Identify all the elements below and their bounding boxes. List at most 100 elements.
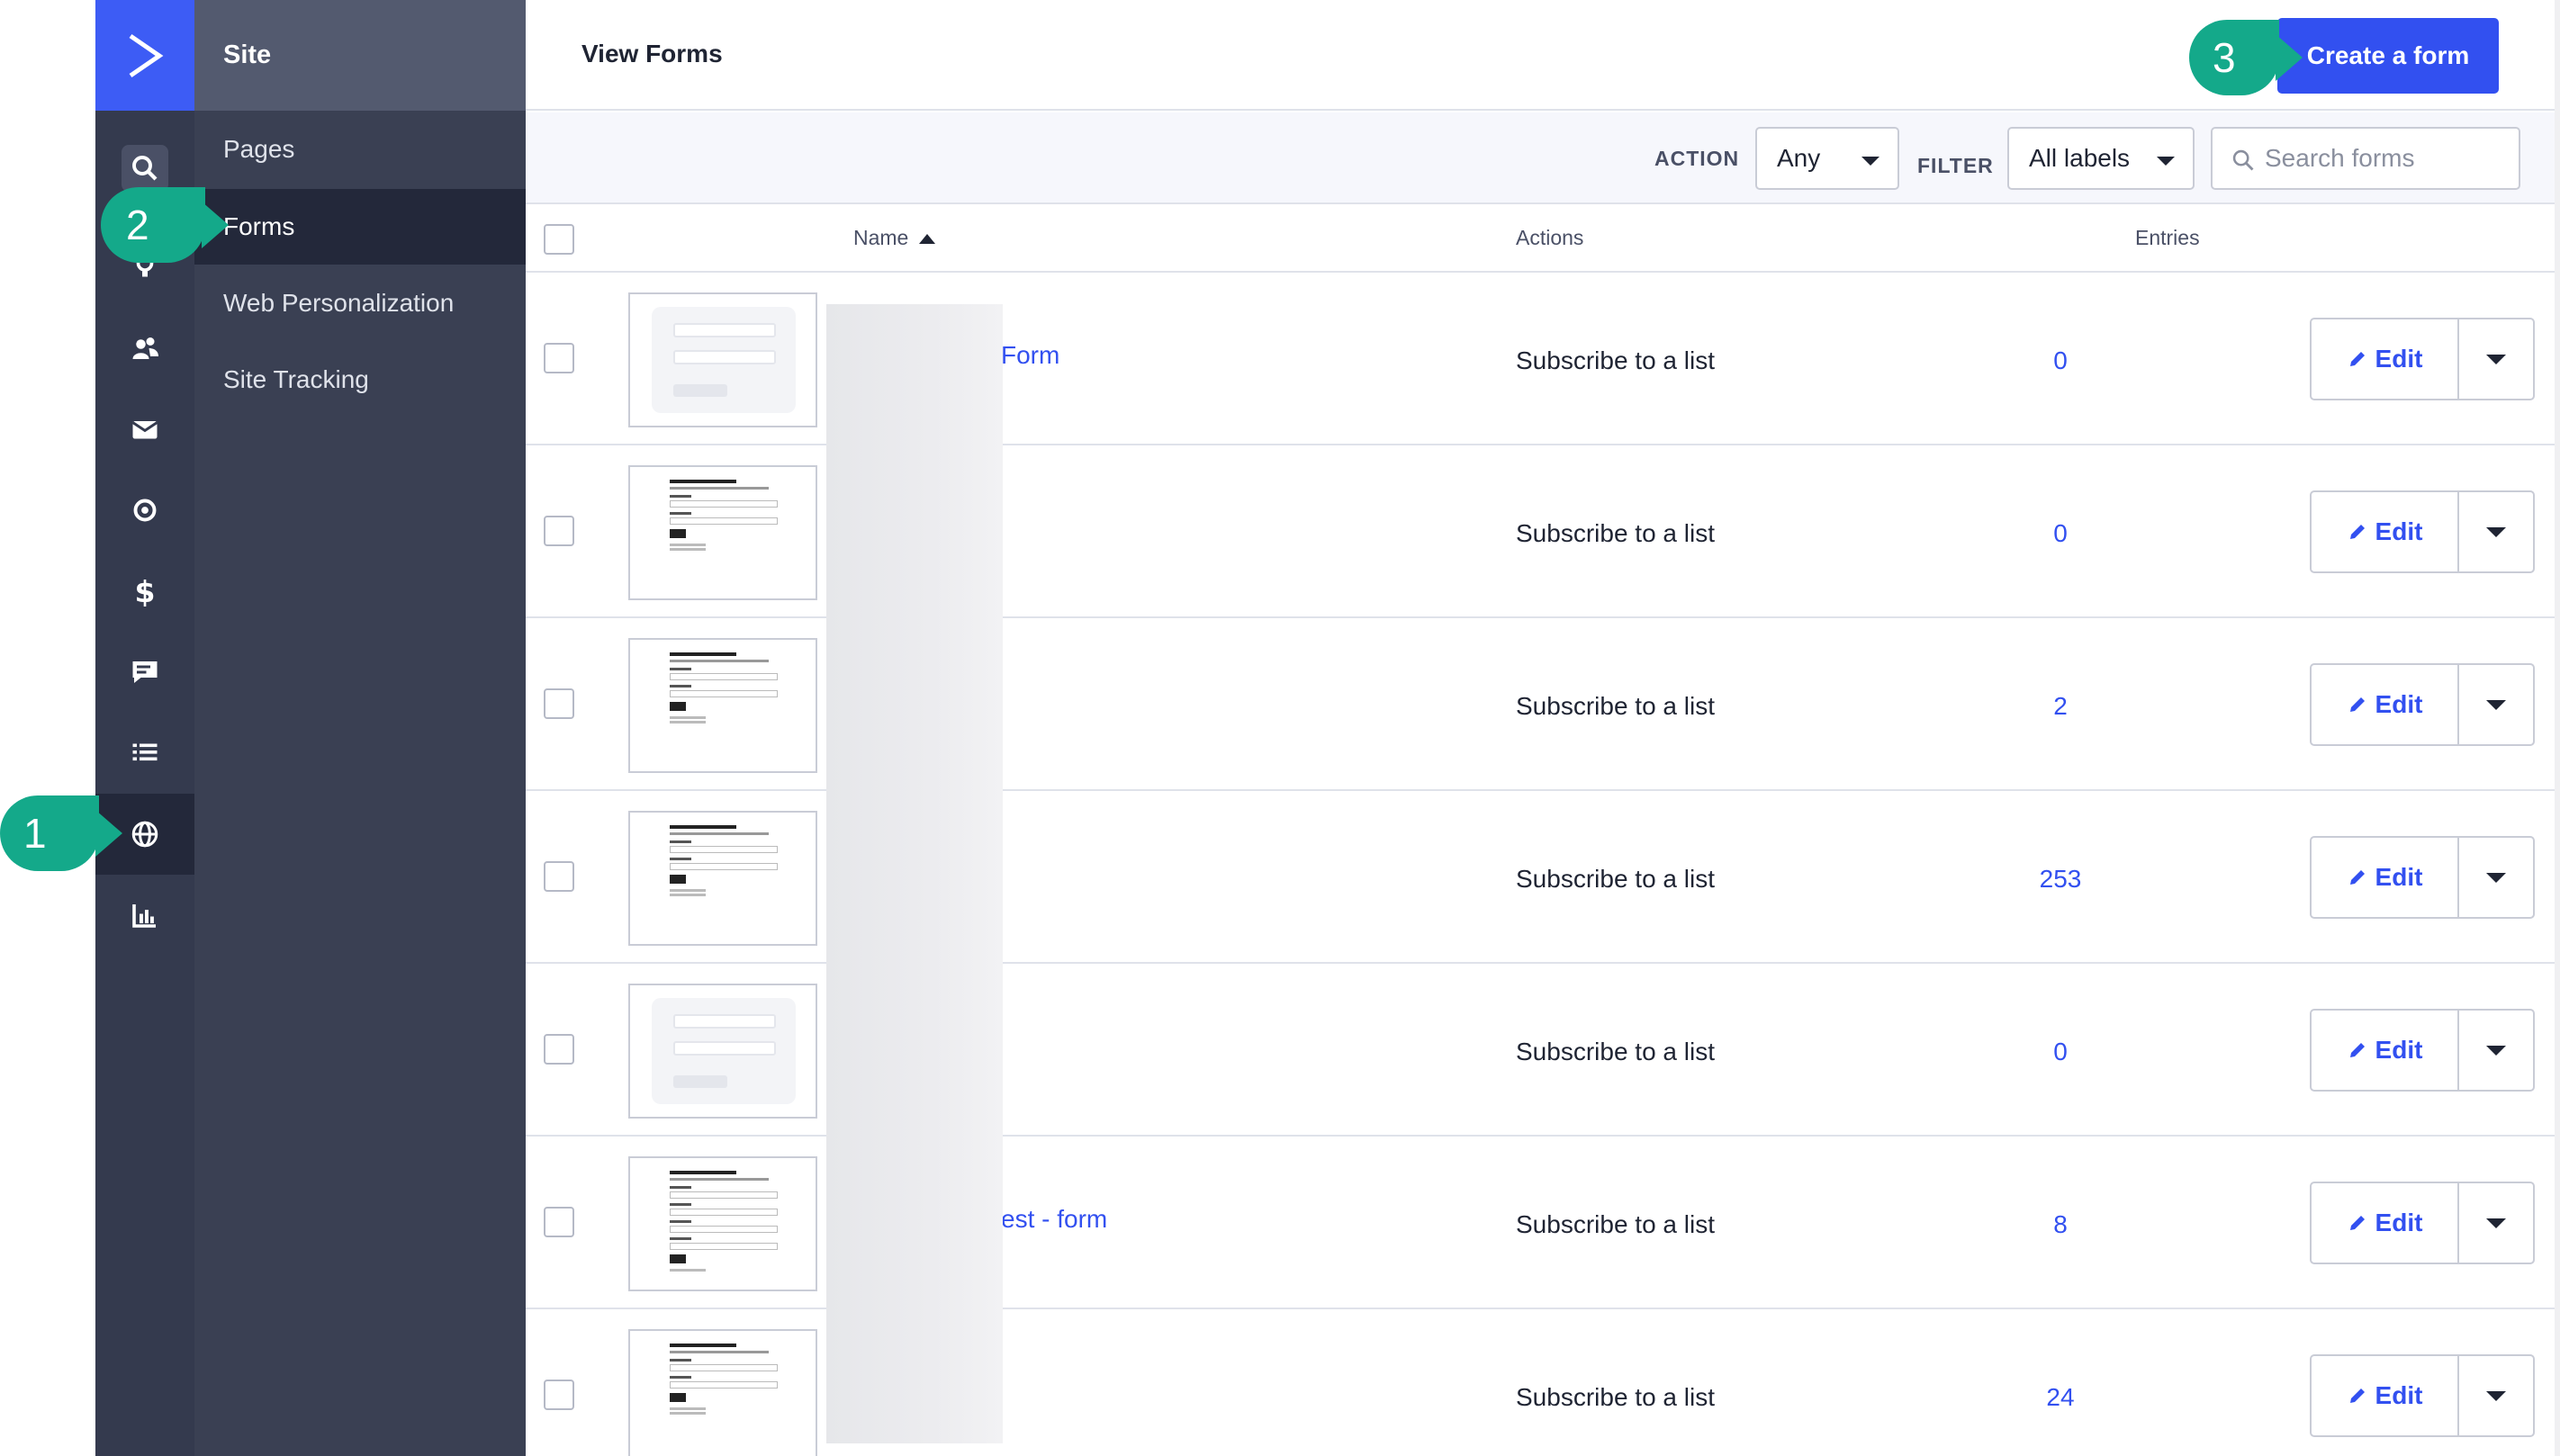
search-forms-input[interactable]: Search forms <box>2211 127 2520 190</box>
column-header-name[interactable]: Name <box>853 226 936 250</box>
rail-item-automations[interactable] <box>95 470 194 551</box>
row-action-group: Edit <box>2310 836 2535 919</box>
subnav-item-web-personalization[interactable]: Web Personalization <box>194 265 526 341</box>
form-action: Subscribe to a list <box>1516 1210 1715 1238</box>
subnav-item-forms[interactable]: Forms <box>194 189 526 265</box>
row-checkbox[interactable] <box>544 1207 574 1237</box>
rail-item-lists[interactable] <box>95 713 194 794</box>
form-action: Subscribe to a list <box>1516 346 1715 374</box>
edit-button[interactable]: Edit <box>2312 1183 2459 1263</box>
edit-button[interactable]: Edit <box>2312 492 2459 571</box>
subnav-item-pages[interactable]: Pages <box>194 112 526 187</box>
row-checkbox[interactable] <box>544 1380 574 1410</box>
label-filter-value: All labels <box>2029 144 2131 172</box>
label-filter-select[interactable]: All labels <box>2007 127 2195 190</box>
callout-pointer <box>202 202 229 248</box>
rail-item-contacts[interactable] <box>95 308 194 389</box>
form-entries-link[interactable]: 0 <box>2020 519 2101 548</box>
label-filter-label: FILTER <box>1917 154 1994 177</box>
edit-label: Edit <box>2375 1036 2423 1064</box>
edit-button[interactable]: Edit <box>2312 665 2459 744</box>
edit-label: Edit <box>2375 517 2423 545</box>
row-options-dropdown[interactable] <box>2459 492 2533 571</box>
form-action: Subscribe to a list <box>1516 692 1715 720</box>
form-name-link[interactable]: est - form <box>1001 1205 1107 1234</box>
rail-item-reports[interactable] <box>95 875 194 956</box>
select-all-checkbox[interactable] <box>544 224 574 255</box>
row-options-dropdown[interactable] <box>2459 1356 2533 1435</box>
rail-item-deals[interactable]: $ <box>95 551 194 632</box>
chevron-down-icon <box>2486 872 2506 883</box>
site-subnav: Site Pages Forms Web Personalization Sit… <box>194 0 526 1456</box>
edit-button[interactable]: Edit <box>2312 838 2459 917</box>
pencil-icon <box>2349 1389 2365 1403</box>
chevron-down-icon <box>2486 1218 2506 1228</box>
subnav-item-site-tracking[interactable]: Site Tracking <box>194 342 526 418</box>
form-thumbnail[interactable] <box>628 811 817 946</box>
rail-item-email[interactable] <box>95 389 194 470</box>
form-entries-link[interactable]: 0 <box>2020 346 2101 375</box>
svg-text:$: $ <box>135 575 156 607</box>
row-checkbox[interactable] <box>544 343 574 373</box>
edit-button[interactable]: Edit <box>2312 319 2459 399</box>
edit-label: Edit <box>2375 690 2423 718</box>
column-header-entries: Entries <box>2135 226 2200 249</box>
chevron-down-icon <box>2157 157 2175 166</box>
form-entries-link[interactable]: 0 <box>2020 1038 2101 1066</box>
search-icon <box>2232 149 2254 171</box>
form-thumbnail[interactable] <box>628 1156 817 1291</box>
edit-button[interactable]: Edit <box>2312 1356 2459 1435</box>
automation-icon <box>133 499 157 522</box>
action-select-value: Any <box>1777 144 1821 172</box>
form-entries-link[interactable]: 24 <box>2020 1383 2101 1412</box>
sort-ascending-icon <box>919 234 936 245</box>
conversations-icon <box>132 661 158 683</box>
chevron-down-icon <box>2486 526 2506 537</box>
form-thumbnail[interactable] <box>628 465 817 600</box>
step-number: 2 <box>126 202 149 248</box>
page-title: View Forms <box>581 40 723 67</box>
form-thumbnail[interactable] <box>628 1329 817 1456</box>
row-action-group: Edit <box>2310 663 2535 746</box>
rail-item-conversations[interactable] <box>95 632 194 713</box>
action-select[interactable]: Any <box>1755 127 1899 190</box>
row-action-group: Edit <box>2310 1009 2535 1092</box>
chevron-down-icon <box>2486 354 2506 364</box>
pencil-icon <box>2349 352 2365 366</box>
column-name-label: Name <box>853 226 909 249</box>
row-action-group: Edit <box>2310 318 2535 400</box>
row-options-dropdown[interactable] <box>2459 665 2533 744</box>
reports-icon <box>132 904 156 928</box>
row-checkbox[interactable] <box>544 516 574 546</box>
form-thumbnail[interactable] <box>628 292 817 427</box>
create-form-button[interactable]: Create a form <box>2277 18 2499 94</box>
row-checkbox[interactable] <box>544 1034 574 1065</box>
app-logo[interactable] <box>95 0 194 111</box>
edit-button[interactable]: Edit <box>2312 1011 2459 1090</box>
edit-label: Edit <box>2375 863 2423 891</box>
form-thumbnail[interactable] <box>628 984 817 1119</box>
form-name-link[interactable]: Form <box>1001 341 1059 370</box>
row-checkbox[interactable] <box>544 861 574 892</box>
row-options-dropdown[interactable] <box>2459 1011 2533 1090</box>
row-options-dropdown[interactable] <box>2459 1183 2533 1263</box>
deals-dollar-icon: $ <box>135 575 156 607</box>
step-number: 1 <box>23 810 47 857</box>
form-entries-link[interactable]: 253 <box>2020 865 2101 894</box>
form-entries-link[interactable]: 8 <box>2020 1210 2101 1239</box>
contacts-icon <box>132 337 158 359</box>
row-checkbox[interactable] <box>544 688 574 719</box>
form-action: Subscribe to a list <box>1516 865 1715 893</box>
globe-icon <box>131 821 158 848</box>
form-action: Subscribe to a list <box>1516 1383 1715 1411</box>
row-options-dropdown[interactable] <box>2459 838 2533 917</box>
form-entries-link[interactable]: 2 <box>2020 692 2101 721</box>
column-header-actions: Actions <box>1516 226 1584 249</box>
form-thumbnail[interactable] <box>628 638 817 773</box>
pencil-icon <box>2349 870 2365 885</box>
pencil-icon <box>2349 697 2365 712</box>
scrollbar[interactable] <box>2555 0 2560 1456</box>
row-options-dropdown[interactable] <box>2459 319 2533 399</box>
filter-bar: ACTION Any FILTER All labels Search form… <box>526 112 2560 204</box>
chevron-down-icon <box>1861 157 1879 166</box>
